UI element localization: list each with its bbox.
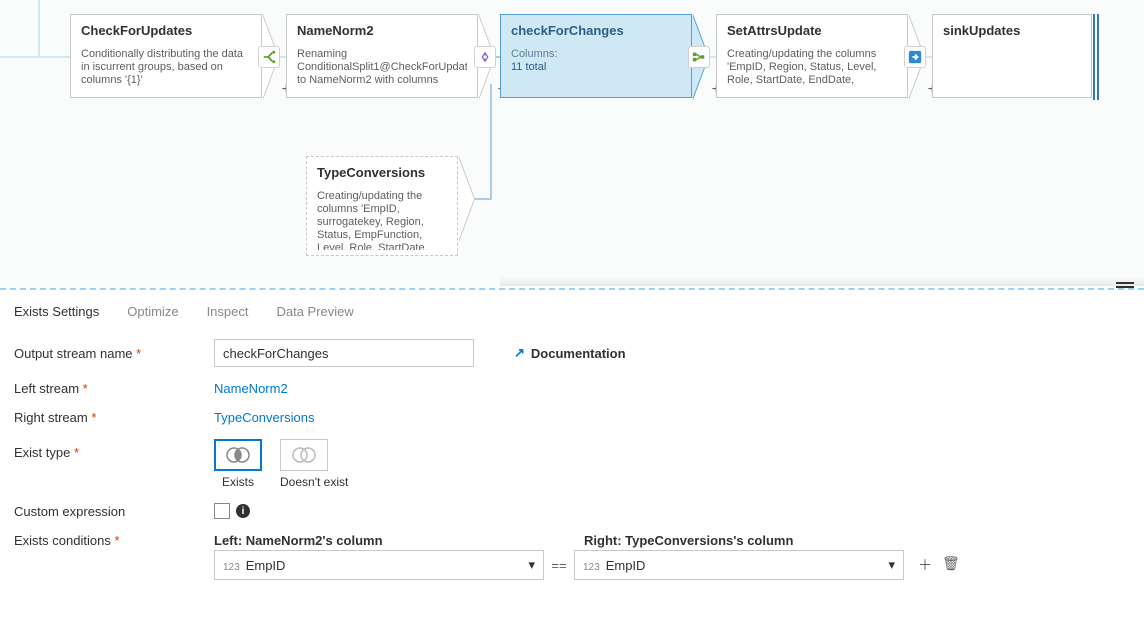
node-title: checkForChanges: [511, 23, 681, 38]
split-icon: [258, 46, 280, 68]
documentation-link[interactable]: ↗ Documentation: [514, 345, 626, 361]
node-columns-count: 11 total: [511, 61, 546, 73]
node-desc: Renaming ConditionalSplit1@CheckForUpdat…: [297, 48, 467, 88]
node-checkforupdates[interactable]: CheckForUpdates Conditionally distributi…: [70, 14, 262, 98]
external-link-icon: ↗: [514, 345, 525, 361]
node-title: TypeConversions: [317, 165, 447, 180]
node-columns-label: Columns:: [511, 48, 557, 60]
node-typeconversions[interactable]: TypeConversions Creating/updating the co…: [306, 156, 458, 256]
exist-type-exists[interactable]: Exists: [214, 439, 262, 489]
venn-exists-icon: [223, 446, 253, 464]
pipe: [38, 0, 40, 56]
tab-exists-settings[interactable]: Exists Settings: [14, 302, 99, 321]
exist-type-label: Exist type: [14, 439, 214, 460]
tab-inspect[interactable]: Inspect: [207, 302, 249, 321]
exist-type-exists-label: Exists: [214, 475, 262, 489]
node-desc: Creating/updating the columns 'EmpID, su…: [317, 190, 447, 250]
chevron-down-icon: ▾: [528, 557, 535, 573]
exists-conditions-label: Exists conditions: [14, 533, 214, 548]
output-stream-input[interactable]: [214, 339, 474, 367]
right-stream-label: Right stream: [14, 410, 214, 425]
tab-data-preview[interactable]: Data Preview: [276, 302, 353, 321]
node-namenorm2[interactable]: NameNorm2 Renaming ConditionalSplit1@Che…: [286, 14, 478, 98]
node-title: CheckForUpdates: [81, 23, 251, 38]
cond-right-header: Right: TypeConversions's column: [584, 533, 924, 548]
node-desc: Columns: 11 total: [511, 48, 681, 74]
panel-shadow: [500, 276, 1144, 286]
custom-expression-checkbox[interactable]: [214, 503, 230, 519]
exist-type-not-exists-label: Doesn't exist: [280, 475, 348, 489]
custom-expression-label: Custom expression: [14, 504, 214, 519]
node-setattrsupdate[interactable]: SetAttrsUpdate Creating/updating the col…: [716, 14, 908, 98]
equals-operator: ==: [544, 558, 574, 573]
chevron-down-icon: ▾: [888, 557, 895, 573]
add-condition-button[interactable]: ＋: [918, 555, 932, 575]
sink-op-icon: [904, 46, 926, 68]
settings-tabs: Exists Settings Optimize Inspect Data Pr…: [14, 302, 1130, 321]
info-icon[interactable]: i: [236, 504, 250, 518]
pipe: [490, 84, 492, 200]
delete-condition-button[interactable]: 🗑: [942, 555, 960, 575]
left-column-value: EmpID: [246, 558, 286, 573]
panel-resize-handle[interactable]: [1116, 282, 1134, 288]
node-title: SetAttrsUpdate: [727, 23, 897, 38]
node-desc: Creating/updating the columns 'EmpID, Re…: [727, 48, 897, 88]
node-checkforchanges[interactable]: checkForChanges Columns: 11 total +: [500, 14, 692, 98]
node-sinkupdates[interactable]: sinkUpdates: [932, 14, 1092, 98]
documentation-label: Documentation: [531, 346, 626, 361]
exist-type-not-exists[interactable]: Doesn't exist: [280, 439, 348, 489]
node-title: NameNorm2: [297, 23, 467, 38]
settings-panel: Exists Settings Optimize Inspect Data Pr…: [0, 290, 1144, 580]
left-column-dropdown[interactable]: 123 EmpID ▾: [214, 550, 544, 580]
exists-op-icon: [474, 46, 496, 68]
right-column-value: EmpID: [606, 558, 646, 573]
dataflow-canvas[interactable]: CheckForUpdates Conditionally distributi…: [0, 0, 1144, 290]
right-column-dropdown[interactable]: 123 EmpID ▾: [574, 550, 904, 580]
cond-left-header: Left: NameNorm2's column: [214, 533, 554, 548]
node-title: sinkUpdates: [943, 23, 1081, 38]
venn-not-exists-icon: [289, 446, 319, 464]
left-stream-value[interactable]: NameNorm2: [214, 381, 288, 396]
datatype-badge: 123: [583, 562, 600, 573]
right-stream-value[interactable]: TypeConversions: [214, 410, 314, 425]
datatype-badge: 123: [223, 562, 240, 573]
tab-optimize[interactable]: Optimize: [127, 302, 178, 321]
sink-terminator: [1093, 14, 1099, 100]
node-desc: Conditionally distributing the data in i…: [81, 48, 251, 87]
output-stream-label: Output stream name: [14, 346, 214, 361]
derive-op-icon: [688, 46, 710, 68]
left-stream-label: Left stream: [14, 381, 214, 396]
pipe: [0, 56, 70, 58]
